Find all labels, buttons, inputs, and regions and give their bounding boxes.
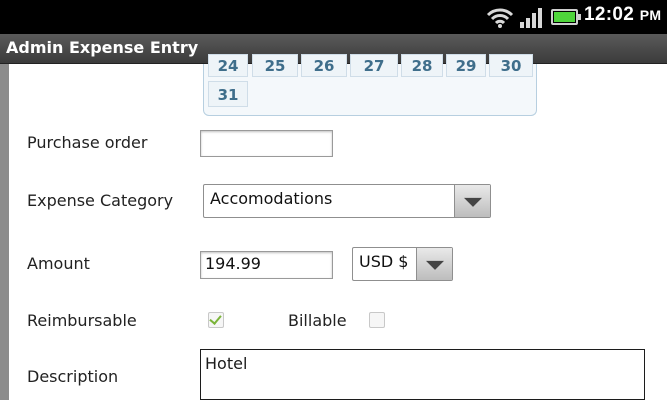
description-label: Description [27,367,119,386]
currency-select[interactable]: USD $ [352,247,453,281]
currency-dropdown-button[interactable] [416,248,452,280]
calendar-day[interactable]: 30 [489,54,533,77]
status-clock: 12:02 PM [584,4,661,26]
calendar-day[interactable]: 28 [401,54,443,77]
expense-category-dropdown-button[interactable] [454,185,490,217]
calendar-day[interactable]: 26 [301,54,347,77]
expense-category-value: Accomodations [210,189,333,208]
dropdown-arrow-icon [463,197,482,207]
calendar-day[interactable]: 25 [252,54,298,77]
reimbursable-checkbox[interactable] [208,312,224,328]
billable-label: Billable [288,311,347,330]
wifi-icon [486,8,514,28]
expense-category-select[interactable]: Accomodations [203,184,491,218]
date-picker-calendar[interactable]: 24 25 26 27 28 29 30 31 [203,54,537,116]
clock-time: 12:02 [584,4,635,25]
amount-input[interactable]: 194.99 [200,251,333,279]
signal-strength-icon [520,8,542,28]
status-bar: 12:02 PM [0,0,667,34]
clock-suffix: PM [639,7,662,23]
billable-checkbox[interactable] [369,312,385,328]
calendar-day[interactable]: 29 [446,54,486,77]
scroll-edge [0,64,9,400]
calendar-day[interactable]: 27 [350,54,398,77]
currency-value: USD $ [359,252,409,271]
purchase-order-label: Purchase order [27,133,148,152]
app-title: Admin Expense Entry [6,38,199,57]
purchase-order-input[interactable] [200,130,333,157]
calendar-day[interactable]: 24 [208,54,248,77]
battery-icon [551,9,581,25]
calendar-day[interactable]: 31 [208,81,248,107]
expense-category-label: Expense Category [27,191,174,210]
description-textarea[interactable]: Hotel [200,349,645,400]
reimbursable-label: Reimbursable [27,311,137,330]
checkmark-icon [209,312,222,325]
amount-label: Amount [27,254,90,273]
dropdown-arrow-icon [425,260,444,270]
